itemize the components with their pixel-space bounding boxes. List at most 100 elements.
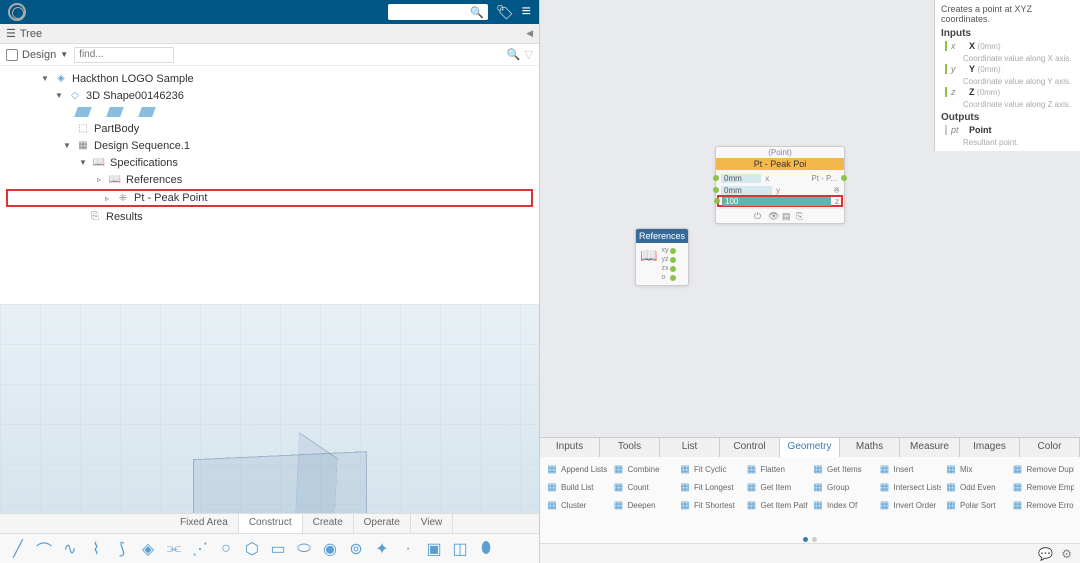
component-build-list[interactable]: ▦Build List	[546, 479, 609, 495]
port-in-icon[interactable]	[713, 175, 719, 181]
component-polar-sort[interactable]: ▦Polar Sort	[945, 497, 1008, 513]
tree-specs[interactable]: ▼ 📖 Specifications	[0, 154, 539, 171]
box-tool-icon[interactable]: ◫	[450, 539, 470, 559]
component-mix[interactable]: ▦Mix	[945, 461, 1008, 477]
chat-icon[interactable]: 💬	[1038, 547, 1053, 561]
find-input[interactable]	[74, 47, 174, 63]
tab-view[interactable]: View	[411, 514, 454, 533]
power-icon[interactable]: ⏻	[754, 211, 764, 221]
point-tool-icon[interactable]: ·	[398, 539, 418, 559]
component-fit-cyclic[interactable]: ▦Fit Cyclic	[679, 461, 742, 477]
torus-tool-icon[interactable]: ⊚	[346, 539, 366, 559]
component-insert[interactable]: ▦Insert	[879, 461, 942, 477]
chevron-down-icon[interactable]: ▼	[62, 141, 72, 150]
tree-root[interactable]: ▼ ◈ Hackthon LOGO Sample	[0, 70, 539, 87]
arc-tool-icon[interactable]: ⌒	[34, 539, 54, 559]
compass-icon[interactable]	[8, 3, 26, 21]
spline-tool-icon[interactable]: ∿	[60, 539, 80, 559]
tab-fixed-area[interactable]: Fixed Area	[170, 514, 239, 533]
tab-color[interactable]: Color	[1020, 438, 1080, 457]
sphere-tool-icon[interactable]: ◉	[320, 539, 340, 559]
port-out-icon[interactable]	[670, 275, 676, 281]
component-remove-duplicates[interactable]: ▦Remove Duplicates	[1012, 461, 1075, 477]
component-group[interactable]: ▦Group	[812, 479, 875, 495]
tab-maths[interactable]: Maths	[840, 438, 900, 457]
ellipse-tool-icon[interactable]: ⬭	[294, 539, 314, 559]
component-index-of[interactable]: ▦Index Of	[812, 497, 875, 513]
component-deepen[interactable]: ▦Deepen	[613, 497, 676, 513]
port-out-icon[interactable]	[670, 266, 676, 272]
tree-shape[interactable]: ▼ ◇ 3D Shape00146236	[0, 87, 539, 104]
3d-viewport[interactable]: Fixed Area Construct Create Operate View	[0, 304, 539, 534]
tab-operate[interactable]: Operate	[354, 514, 411, 533]
tab-images[interactable]: Images	[960, 438, 1020, 457]
tab-control[interactable]: Control	[720, 438, 780, 457]
hexagon-tool-icon[interactable]: ⬡	[242, 539, 262, 559]
xy-plane-icon[interactable]	[74, 107, 92, 117]
line-tool-icon[interactable]: ╱	[8, 539, 28, 559]
eye-icon[interactable]: 👁	[768, 211, 778, 221]
component-remove-empty[interactable]: ▦Remove Empty	[1012, 479, 1075, 495]
axis-tool-icon[interactable]: ✦	[372, 539, 392, 559]
yz-plane-icon[interactable]	[106, 107, 124, 117]
curve-tool-icon[interactable]: ⟆	[112, 539, 132, 559]
pattern-tool-icon[interactable]: ⋰	[190, 539, 210, 559]
tree-design-seq[interactable]: ▼ ▦ Design Sequence.1	[0, 137, 539, 154]
panel-collapse-icon[interactable]: ◀	[526, 28, 533, 39]
port-out-icon[interactable]	[670, 248, 676, 254]
ref-port-zx[interactable]: zx	[661, 265, 671, 272]
component-count[interactable]: ▦Count	[613, 479, 676, 495]
layers-icon[interactable]: ▤	[782, 211, 792, 221]
cylinder-tool-icon[interactable]: ⬮	[476, 539, 496, 559]
component-odd-even[interactable]: ▦Odd Even	[945, 479, 1008, 495]
search-box[interactable]: 🔍	[388, 4, 488, 20]
tab-tools[interactable]: Tools	[600, 438, 660, 457]
helix-tool-icon[interactable]: ⌇	[86, 539, 106, 559]
filter-icon[interactable]: ▽	[525, 48, 533, 61]
chevron-down-icon[interactable]: ▼	[78, 158, 88, 167]
chevron-down-icon[interactable]: ▼	[40, 74, 50, 83]
page-dot[interactable]	[812, 537, 817, 542]
component-append-lists[interactable]: ▦Append Lists	[546, 461, 609, 477]
component-flatten[interactable]: ▦Flatten	[746, 461, 809, 477]
tab-geometry[interactable]: Geometry	[780, 438, 840, 457]
references-node[interactable]: References 📖 xy yz zx o	[635, 228, 689, 286]
settings-icon[interactable]: ⚙	[1061, 547, 1072, 561]
tab-inputs[interactable]: Inputs	[540, 438, 600, 457]
component-get-item[interactable]: ▦Get Item	[746, 479, 809, 495]
component-invert-order[interactable]: ▦Invert Order	[879, 497, 942, 513]
page-dot[interactable]	[803, 537, 808, 542]
ref-port-yz[interactable]: yz	[661, 256, 671, 263]
circle-tool-icon[interactable]: ○	[216, 539, 236, 559]
port-out-icon[interactable]	[841, 175, 847, 181]
search-icon[interactable]: 🔍	[507, 48, 521, 61]
tree-partbody[interactable]: ⬚ PartBody	[0, 120, 539, 137]
tree-collapse-icon[interactable]: ☰	[6, 27, 16, 40]
chevron-down-icon[interactable]: ▼	[54, 91, 64, 100]
node-input-z[interactable]: 100 z	[717, 195, 843, 207]
hamburger-icon[interactable]: ≡	[522, 3, 531, 21]
port-in-icon[interactable]	[714, 198, 720, 204]
tree-peak-point[interactable]: ▹ ⁜ Pt - Peak Point	[6, 189, 533, 207]
component-fit-longest[interactable]: ▦Fit Longest	[679, 479, 742, 495]
component-intersect-lists[interactable]: ▦Intersect Lists	[879, 479, 942, 495]
point-node[interactable]: (Point) Pt - Peak Poi 0mm x Pt - P... 0m…	[715, 146, 845, 224]
tab-construct[interactable]: Construct	[239, 514, 303, 533]
component-get-item-path[interactable]: ▦Get Item Path	[746, 497, 809, 513]
port-out-icon[interactable]	[670, 257, 676, 263]
tab-list[interactable]: List	[660, 438, 720, 457]
tab-create[interactable]: Create	[303, 514, 354, 533]
chevron-right-icon[interactable]: ▹	[102, 194, 112, 203]
ref-port-o[interactable]: o	[661, 274, 671, 281]
link-icon[interactable]: ⎘	[796, 211, 806, 221]
tag-icon[interactable]: 🏷	[496, 4, 514, 21]
component-combine[interactable]: ▦Combine	[613, 461, 676, 477]
rectangle-tool-icon[interactable]: ▭	[268, 539, 288, 559]
design-dropdown[interactable]: Design ▼	[6, 49, 68, 61]
tree-references[interactable]: ▹ 📖 References	[0, 171, 539, 188]
tab-measure[interactable]: Measure	[900, 438, 960, 457]
component-remove-error[interactable]: ▦Remove Error	[1012, 497, 1075, 513]
chevron-right-icon[interactable]: ▹	[94, 175, 104, 184]
component-cluster[interactable]: ▦Cluster	[546, 497, 609, 513]
port-in-icon[interactable]	[713, 187, 719, 193]
